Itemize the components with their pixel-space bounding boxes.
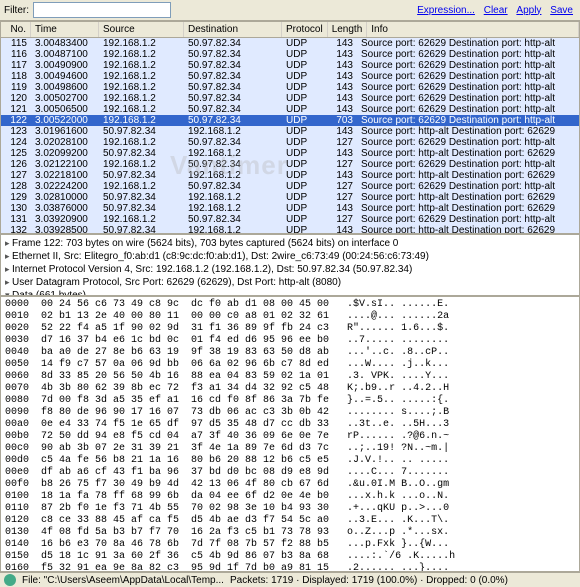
detail-data[interactable]: Data (661 bytes) (5, 289, 575, 296)
packet-bytes-pane[interactable]: 0000 00 24 56 c6 73 49 c8 9c dc f0 ab d1… (0, 296, 580, 572)
status-file: File: "C:\Users\Aseem\AppData\Local\Temp… (22, 575, 224, 586)
packet-list-header: No. Time Source Destination Protocol Len… (1, 22, 579, 38)
detail-eth[interactable]: Ethernet II, Src: Elitegro_f0:ab:d1 (c8:… (5, 250, 575, 263)
save-link[interactable]: Save (550, 5, 573, 16)
status-icon (4, 574, 16, 586)
col-source[interactable]: Source (99, 22, 184, 37)
packet-rows[interactable]: 1153.00483400192.168.1.250.97.82.34UDP14… (1, 38, 579, 233)
packet-row[interactable]: 1163.00487100192.168.1.250.97.82.34UDP14… (1, 49, 579, 60)
apply-link[interactable]: Apply (516, 5, 541, 16)
packet-row[interactable]: 1273.0221810050.97.82.34192.168.1.2UDP14… (1, 170, 579, 181)
packet-row[interactable]: 1283.02224200192.168.1.250.97.82.34UDP12… (1, 181, 579, 192)
detail-ip[interactable]: Internet Protocol Version 4, Src: 192.16… (5, 263, 575, 276)
packet-row[interactable]: 1233.0196160050.97.82.34192.168.1.2UDP14… (1, 126, 579, 137)
status-packets: Packets: 1719 · Displayed: 1719 (100.0%)… (230, 575, 508, 586)
col-time[interactable]: Time (31, 22, 99, 37)
col-info[interactable]: Info (367, 22, 579, 37)
filter-label: Filter: (4, 5, 29, 16)
packet-row[interactable]: 1213.00506500192.168.1.250.97.82.34UDP14… (1, 104, 579, 115)
packet-row[interactable]: 1203.00502700192.168.1.250.97.82.34UDP14… (1, 93, 579, 104)
packet-list-pane: No. Time Source Destination Protocol Len… (0, 21, 580, 234)
detail-udp[interactable]: User Datagram Protocol, Src Port: 62629 … (5, 276, 575, 289)
packet-row[interactable]: 1153.00483400192.168.1.250.97.82.34UDP14… (1, 38, 579, 49)
packet-row[interactable]: 1313.03920900192.168.1.250.97.82.34UDP12… (1, 214, 579, 225)
filter-input[interactable] (33, 2, 171, 18)
col-destination[interactable]: Destination (184, 22, 282, 37)
packet-row[interactable]: 1223.00522000192.168.1.250.97.82.34UDP70… (1, 115, 579, 126)
status-bar: File: "C:\Users\Aseem\AppData\Local\Temp… (0, 572, 580, 587)
expression-link[interactable]: Expression... (417, 5, 475, 16)
packet-row[interactable]: 1253.0209920050.97.82.34192.168.1.2UDP14… (1, 148, 579, 159)
packet-row[interactable]: 1263.02122100192.168.1.250.97.82.34UDP12… (1, 159, 579, 170)
packet-row[interactable]: 1323.0392850050.97.82.34192.168.1.2UDP14… (1, 225, 579, 233)
packet-row[interactable]: 1243.02028100192.168.1.250.97.82.34UDP12… (1, 137, 579, 148)
packet-details-pane[interactable]: Frame 122: 703 bytes on wire (5624 bits)… (0, 234, 580, 296)
packet-row[interactable]: 1183.00494600192.168.1.250.97.82.34UDP14… (1, 71, 579, 82)
col-length[interactable]: Length (328, 22, 368, 37)
filter-links: Expression... Clear Apply Save (414, 5, 576, 16)
col-protocol[interactable]: Protocol (282, 22, 328, 37)
clear-link[interactable]: Clear (484, 5, 508, 16)
filter-toolbar: Filter: Expression... Clear Apply Save (0, 0, 580, 21)
detail-frame[interactable]: Frame 122: 703 bytes on wire (5624 bits)… (5, 237, 575, 250)
col-no[interactable]: No. (1, 22, 31, 37)
packet-row[interactable]: 1293.0281000050.97.82.34192.168.1.2UDP12… (1, 192, 579, 203)
packet-row[interactable]: 1173.00490900192.168.1.250.97.82.34UDP14… (1, 60, 579, 71)
packet-row[interactable]: 1303.0387600050.97.82.34192.168.1.2UDP14… (1, 203, 579, 214)
packet-row[interactable]: 1193.00498600192.168.1.250.97.82.34UDP14… (1, 82, 579, 93)
